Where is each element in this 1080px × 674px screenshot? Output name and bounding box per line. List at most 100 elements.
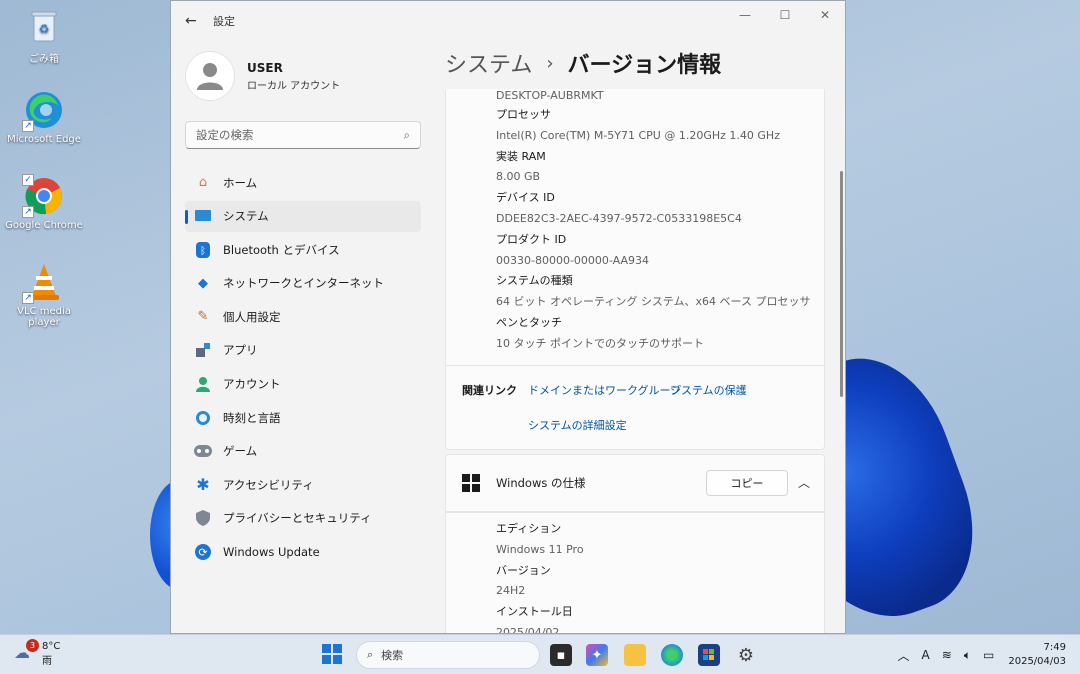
spec-value: 2025/04/02: [496, 625, 560, 634]
shield-icon: [193, 508, 213, 528]
sidebar-item-label: プライバシーとセキュリティ: [223, 511, 372, 526]
windows-start-icon: [322, 644, 342, 664]
account-type: ローカル アカウント: [247, 80, 341, 92]
sidebar-item-system[interactable]: システム: [185, 200, 421, 232]
windows-spec-header[interactable]: Windows の仕様 コピー ︿: [445, 454, 825, 512]
ime-indicator[interactable]: A: [922, 648, 930, 662]
copy-button[interactable]: コピー: [706, 470, 788, 496]
spec-row: プロセッサ Intel(R) Core(TM) M-5Y71 CPU @ 1.2…: [496, 105, 824, 147]
volume-icon[interactable]: 🔈︎: [964, 648, 971, 663]
spec-label: 実装 RAM: [496, 149, 546, 163]
sidebar-item-label: アカウント: [223, 377, 281, 392]
sidebar-item-network[interactable]: ◆ ネットワークとインターネット: [185, 268, 421, 299]
sidebar-item-label: システム: [223, 209, 269, 224]
window-title: 設定: [213, 15, 235, 28]
search-icon: ⌕: [367, 648, 374, 661]
edge-icon: ↗: [22, 90, 64, 132]
back-arrow-icon[interactable]: ←: [185, 13, 213, 29]
clock[interactable]: 7:49 2025/04/03: [1008, 641, 1066, 669]
start-button[interactable]: [322, 644, 358, 664]
account-icon: [193, 374, 213, 394]
svg-text:ᛒ: ᛒ: [200, 246, 206, 257]
accessibility-icon: ✱: [196, 475, 210, 495]
file-explorer-icon[interactable]: [624, 644, 646, 666]
clock-time: 7:49: [1043, 642, 1066, 653]
chevron-up-icon[interactable]: ︿: [798, 474, 810, 491]
shortcut-arrow-icon: ↗: [22, 120, 34, 132]
sidebar-item-time-language[interactable]: 時刻と言語: [185, 402, 421, 433]
breadcrumb: システム › バージョン情報: [445, 47, 721, 79]
spec-label: デバイス ID: [496, 191, 555, 205]
link-advanced-system-settings[interactable]: システムの詳細設定: [528, 417, 627, 433]
taskbar-search-placeholder: 検索: [381, 649, 404, 662]
spec-row: デバイス ID DDEE82C3-2AEC-4397-9572-C0533198…: [496, 188, 824, 230]
sidebar-item-label: アプリ: [223, 343, 258, 358]
page-title: バージョン情報: [567, 53, 722, 78]
spec-label: ペンとタッチ: [496, 315, 562, 329]
update-icon: ⟳: [193, 542, 213, 562]
sidebar-item-apps[interactable]: アプリ: [185, 335, 421, 366]
close-icon[interactable]: ✕: [805, 1, 845, 29]
chevron-up-icon[interactable]: ︿: [898, 647, 910, 664]
breadcrumb-parent[interactable]: システム: [445, 47, 532, 79]
main-content: DESKTOP-AUBRMKT プロセッサ Intel(R) Core(TM) …: [445, 89, 825, 634]
windows-logo-icon: [462, 474, 480, 492]
desktop-icon-vlc[interactable]: ↗ VLC media player: [2, 262, 86, 328]
spec-row: プロダクト ID 00330-80000-00000-AA934: [496, 230, 824, 272]
weather-temp: 8°C: [42, 641, 61, 652]
related-links-card: 関連リンク ドメインまたはワークグループ システムの保護 システムの詳細設定: [445, 366, 825, 450]
desktop-icon-recycle-bin[interactable]: ♻ ごみ箱: [2, 6, 86, 65]
rain-cloud-icon: ☁ 3: [14, 639, 39, 665]
bluetooth-icon: ᛒ: [193, 240, 213, 260]
chrome-icon: ✓ ↗: [22, 174, 64, 218]
sidebar-item-personalization[interactable]: ✎ 個人用設定: [185, 301, 421, 332]
window-controls: — ☐ ✕: [725, 1, 845, 29]
breadcrumb-separator: ›: [546, 52, 554, 74]
device-name-value: DESKTOP-AUBRMKT: [496, 89, 604, 102]
sidebar-item-label: Bluetooth とデバイス: [223, 242, 340, 257]
shortcut-arrow-icon: ↗: [22, 206, 34, 218]
desktop-icon-chrome[interactable]: ✓ ↗ Google Chrome: [2, 174, 86, 231]
desktop-icon-label: Google Chrome: [5, 220, 83, 231]
spec-label: バージョン: [496, 563, 551, 577]
avatar: [185, 51, 235, 101]
battery-icon[interactable]: ▭: [983, 648, 994, 662]
maximize-icon[interactable]: ☐: [765, 1, 805, 29]
clock-date: 2025/04/03: [1008, 656, 1066, 667]
weather-widget[interactable]: ☁ 3 8°C 雨: [14, 639, 61, 667]
desktop-icon-label: VLC media player: [17, 306, 71, 328]
sidebar-item-home[interactable]: ⌂ ホーム: [185, 167, 421, 198]
settings-gear-icon[interactable]: ⚙: [735, 644, 757, 666]
sidebar-item-bluetooth[interactable]: ᛒ Bluetooth とデバイス: [185, 234, 421, 265]
sidebar-item-privacy[interactable]: プライバシーとセキュリティ: [185, 503, 421, 534]
spec-row: インストール日 2025/04/02: [496, 602, 824, 634]
sidebar-item-label: 個人用設定: [223, 309, 281, 324]
sidebar-item-accessibility[interactable]: ✱ アクセシビリティ: [185, 469, 421, 500]
task-view-icon[interactable]: ▪: [550, 644, 572, 666]
spec-label: エディション: [496, 522, 562, 535]
settings-search-input[interactable]: 設定の検索 ⌕: [185, 121, 421, 149]
wifi-icon[interactable]: ≋: [942, 648, 952, 662]
store-icon[interactable]: [698, 644, 720, 666]
spec-label: システムの種類: [496, 274, 573, 288]
link-domain-workgroup[interactable]: ドメインまたはワークグループ: [528, 382, 681, 398]
link-system-protection[interactable]: システムの保護: [670, 382, 747, 398]
minimize-icon[interactable]: —: [725, 1, 765, 29]
copilot-icon[interactable]: ✦: [586, 644, 608, 666]
taskbar: ☁ 3 8°C 雨 ⌕ 検索 ▪ ✦ ⚙ ︿ A ≋ 🔈︎ ▭ 7:49 202…: [0, 634, 1080, 674]
taskbar-search-input[interactable]: ⌕ 検索: [356, 641, 540, 669]
spec-row: バージョン 24H2: [496, 561, 824, 603]
sidebar-item-windows-update[interactable]: ⟳ Windows Update: [185, 537, 421, 568]
sidebar-item-gaming[interactable]: ゲーム: [185, 436, 421, 467]
edge-taskbar-icon[interactable]: [661, 644, 683, 666]
spec-value: DDEE82C3-2AEC-4397-9572-C0533198E5C4: [496, 211, 742, 225]
spec-row: ペンとタッチ 10 タッチ ポイントでのタッチのサポート: [496, 313, 824, 355]
system-icon: [193, 206, 213, 226]
user-profile[interactable]: USER ローカル アカウント: [185, 49, 421, 103]
desktop-icon-edge[interactable]: ↗ Microsoft Edge: [2, 90, 86, 145]
desktop-icon-label: Microsoft Edge: [7, 134, 81, 145]
spec-row: エディション Windows 11 Pro: [496, 519, 824, 561]
sidebar-item-accounts[interactable]: アカウント: [185, 369, 421, 400]
brush-icon: ✎: [197, 309, 209, 325]
scrollbar[interactable]: [840, 171, 843, 397]
